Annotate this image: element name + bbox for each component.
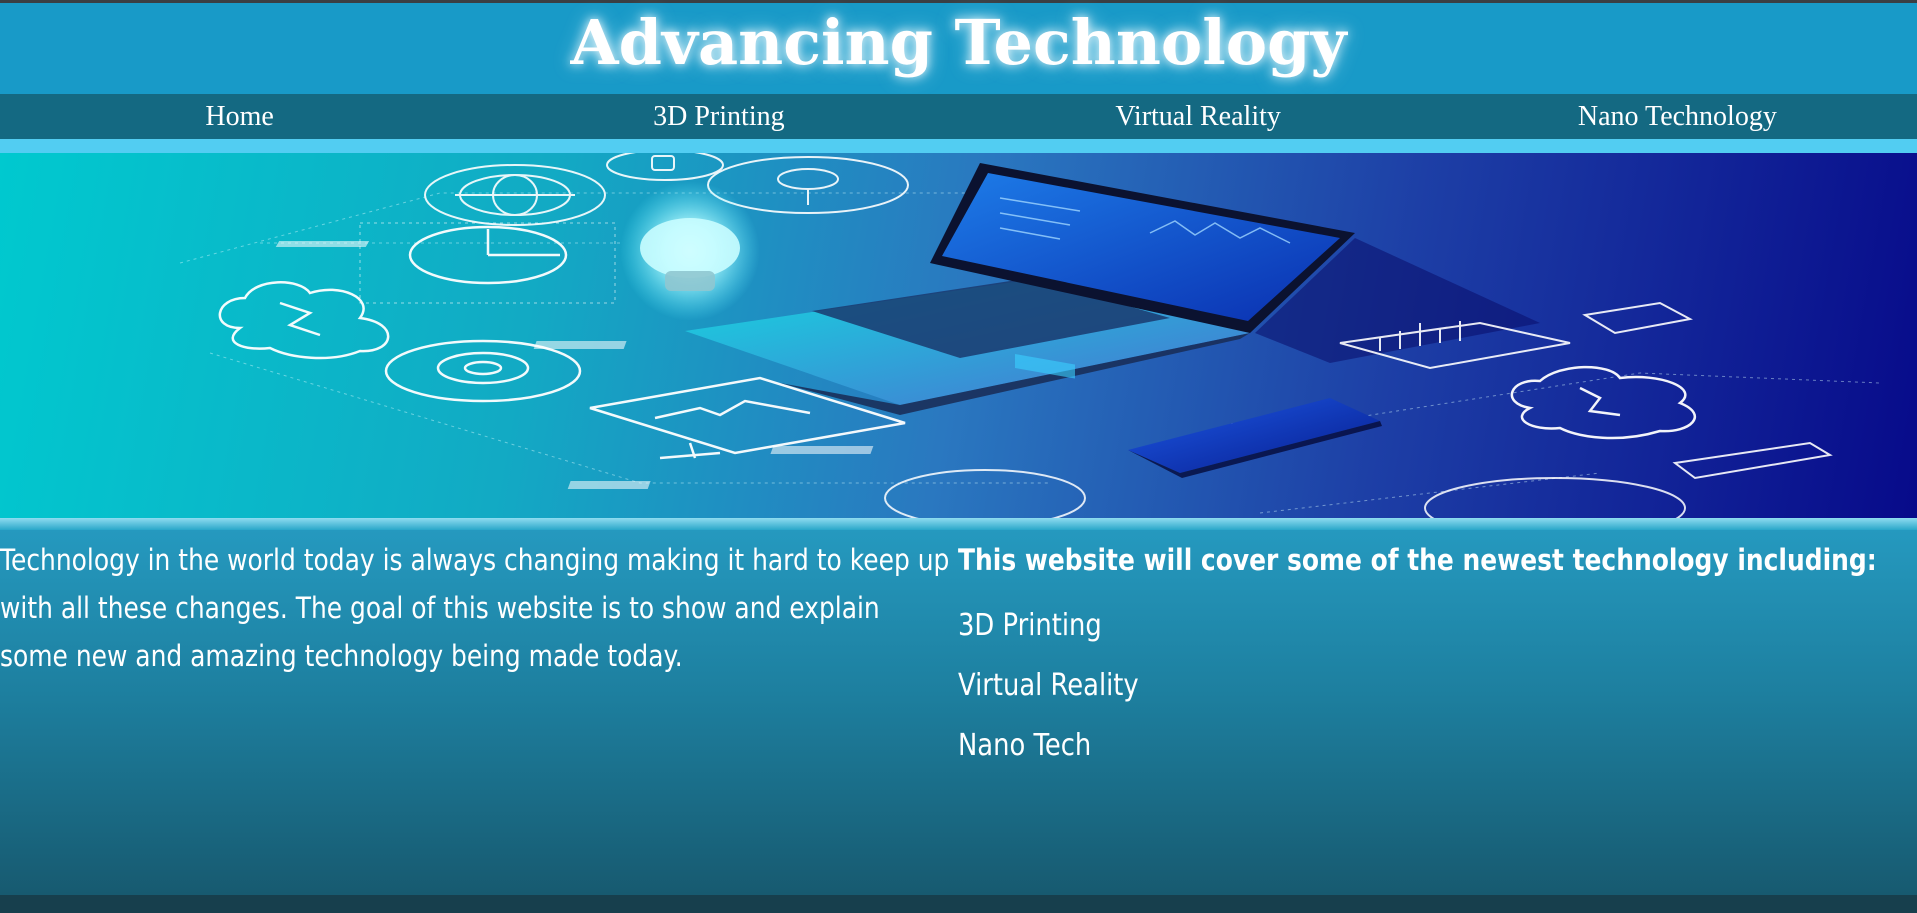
smartphone-icon (1128, 398, 1382, 478)
hero-banner (0, 153, 1917, 518)
hero-fade (0, 518, 1917, 530)
list-item: 3D Printing (958, 608, 1102, 643)
site-title: Advancing Technology (570, 6, 1347, 79)
accent-divider (0, 139, 1917, 153)
cloud-icon (218, 281, 390, 360)
site-header: Advancing Technology (0, 3, 1917, 94)
nav-item-virtual-reality[interactable]: Virtual Reality (959, 94, 1438, 139)
list-item: Virtual Reality (958, 668, 1139, 703)
nav-item-home[interactable]: Home (0, 94, 479, 139)
topic-list: 3D Printing Virtual Reality Nano Tech (958, 596, 1917, 776)
globe-icon (424, 164, 606, 226)
main-content: Technology in the world today is always … (0, 530, 1917, 895)
nav-item-3d-printing[interactable]: 3D Printing (479, 94, 958, 139)
coverage-section: This website will cover some of the newe… (958, 536, 1917, 776)
lock-icon (606, 153, 724, 181)
nav-item-nano-technology[interactable]: Nano Technology (1438, 94, 1917, 139)
main-nav: Home 3D Printing Virtual Reality Nano Te… (0, 94, 1917, 139)
hero-illustration (179, 153, 1881, 518)
lightbulb-icon (620, 181, 760, 321)
gear-icon (384, 339, 582, 403)
footer-bar (0, 895, 1917, 913)
laptop-icon (685, 163, 1540, 415)
pie-chart-icon (359, 222, 616, 304)
card-icon (1582, 301, 1693, 335)
intro-paragraph: Technology in the world today is always … (0, 543, 950, 673)
list-item: Nano Tech (958, 728, 1092, 763)
coverage-heading: This website will cover some of the newe… (958, 543, 1877, 577)
